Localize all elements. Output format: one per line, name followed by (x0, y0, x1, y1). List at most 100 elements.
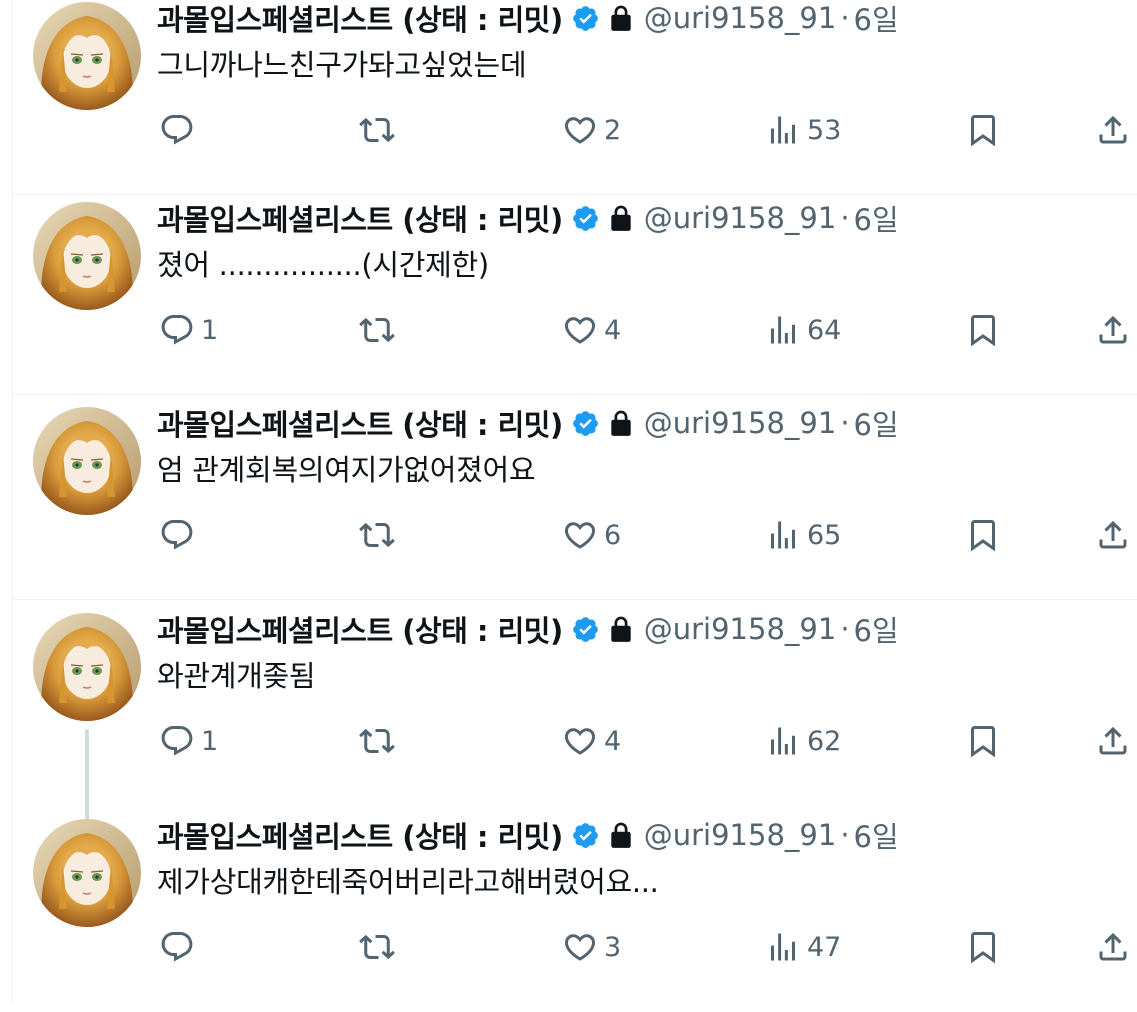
bar-chart-icon (765, 929, 801, 965)
share-button[interactable] (1095, 719, 1131, 763)
lock-icon (608, 409, 634, 437)
timestamp[interactable]: 6일 (854, 197, 899, 239)
heart-icon (562, 517, 598, 553)
separator-dot: · (840, 612, 850, 646)
view-count: 62 (807, 725, 842, 757)
bookmark-icon (965, 929, 1001, 965)
tweet-header: 과몰입스페셜리스트 (상태 : 리밋) @uri9158_91 · 6일 (157, 811, 899, 859)
like-button[interactable]: 2 (562, 108, 621, 152)
tweet-text: 그니까나느친구가돠고싶었는데 (157, 48, 527, 82)
tweet[interactable]: 과몰입스페셜리스트 (상태 : 리밋) @uri9158_91 · 6일 와관계… (13, 601, 1137, 821)
bookmark-button[interactable] (965, 719, 1001, 763)
views-button[interactable]: 65 (765, 513, 841, 557)
reply-button[interactable]: 1 (159, 719, 218, 763)
bookmark-button[interactable] (965, 925, 1001, 969)
heart-icon (562, 112, 598, 148)
avatar-image (33, 202, 141, 310)
heart-icon (562, 929, 598, 965)
retweet-arrows-icon (359, 517, 395, 553)
verified-badge-icon[interactable] (571, 821, 600, 850)
verified-badge-icon[interactable] (571, 204, 600, 233)
bar-chart-icon (765, 112, 801, 148)
retweet-arrows-icon (359, 312, 395, 348)
tweet[interactable]: 과몰입스페셜리스트 (상태 : 리밋) @uri9158_91 · 6일 엄 관… (13, 395, 1137, 600)
views-button[interactable]: 53 (765, 108, 841, 152)
speech-bubble-icon (159, 517, 195, 553)
separator-dot: · (840, 1, 850, 35)
avatar[interactable] (33, 819, 141, 927)
reply-button[interactable] (159, 513, 201, 557)
view-count: 65 (807, 519, 842, 551)
tweet[interactable]: 과몰입스페셜리스트 (상태 : 리밋) @uri9158_91 · 6일 그니까… (13, 0, 1137, 195)
timestamp[interactable]: 6일 (854, 608, 899, 650)
upload-share-icon (1095, 112, 1131, 148)
retweet-button[interactable] (359, 719, 395, 763)
like-count: 6 (604, 519, 622, 551)
retweet-button[interactable] (359, 308, 395, 352)
handle[interactable]: @uri9158_91 (644, 406, 837, 440)
verified-badge-icon[interactable] (571, 615, 600, 644)
avatar[interactable] (33, 202, 141, 310)
share-button[interactable] (1095, 108, 1131, 152)
speech-bubble-icon (159, 112, 195, 148)
bookmark-icon (965, 723, 1001, 759)
reply-button[interactable] (159, 925, 201, 969)
retweet-arrows-icon (359, 929, 395, 965)
tweet[interactable]: 과몰입스페셜리스트 (상태 : 리밋) @uri9158_91 · 6일 제가상… (13, 807, 1137, 1012)
verified-badge-icon[interactable] (571, 4, 600, 33)
upload-share-icon (1095, 723, 1131, 759)
handle[interactable]: @uri9158_91 (644, 818, 837, 852)
avatar[interactable] (33, 2, 141, 110)
retweet-button[interactable] (359, 513, 395, 557)
lock-icon (608, 615, 634, 643)
speech-bubble-icon (159, 929, 195, 965)
bookmark-button[interactable] (965, 308, 1001, 352)
separator-dot: · (840, 406, 850, 440)
tweet-header: 과몰입스페셜리스트 (상태 : 리밋) @uri9158_91 · 6일 (157, 605, 899, 653)
views-button[interactable]: 47 (765, 925, 841, 969)
tweet[interactable]: 과몰입스페셜리스트 (상태 : 리밋) @uri9158_91 · 6일 졌어 … (13, 190, 1137, 395)
verified-badge-icon[interactable] (571, 409, 600, 438)
display-name[interactable]: 과몰입스페셜리스트 (상태 : 리밋) (157, 402, 563, 444)
timestamp[interactable]: 6일 (854, 0, 899, 39)
share-button[interactable] (1095, 308, 1131, 352)
share-button[interactable] (1095, 513, 1131, 557)
reply-button[interactable] (159, 108, 201, 152)
display-name[interactable]: 과몰입스페셜리스트 (상태 : 리밋) (157, 0, 563, 39)
lock-icon (608, 204, 634, 232)
bookmark-button[interactable] (965, 513, 1001, 557)
display-name[interactable]: 과몰입스페셜리스트 (상태 : 리밋) (157, 197, 563, 239)
reply-button[interactable]: 1 (159, 308, 218, 352)
display-name[interactable]: 과몰입스페셜리스트 (상태 : 리밋) (157, 814, 563, 856)
share-button[interactable] (1095, 925, 1131, 969)
display-name[interactable]: 과몰입스페셜리스트 (상태 : 리밋) (157, 608, 563, 650)
bookmark-button[interactable] (965, 108, 1001, 152)
tweet-text: 제가상대캐한테죽어버리라고해버렸어요... (157, 865, 659, 899)
retweet-button[interactable] (359, 925, 395, 969)
view-count: 64 (807, 314, 842, 346)
avatar-image (33, 2, 141, 110)
like-button[interactable]: 3 (562, 925, 621, 969)
like-button[interactable]: 4 (562, 308, 621, 352)
avatar[interactable] (33, 613, 141, 721)
upload-share-icon (1095, 517, 1131, 553)
tweet-header: 과몰입스페셜리스트 (상태 : 리밋) @uri9158_91 · 6일 (157, 194, 899, 242)
tweet-header: 과몰입스페셜리스트 (상태 : 리밋) @uri9158_91 · 6일 (157, 399, 899, 447)
views-button[interactable]: 62 (765, 719, 841, 763)
handle[interactable]: @uri9158_91 (644, 201, 837, 235)
like-button[interactable]: 4 (562, 719, 621, 763)
avatar[interactable] (33, 407, 141, 515)
retweet-button[interactable] (359, 108, 395, 152)
views-button[interactable]: 64 (765, 308, 841, 352)
timestamp[interactable]: 6일 (854, 814, 899, 856)
tweet-header: 과몰입스페셜리스트 (상태 : 리밋) @uri9158_91 · 6일 (157, 0, 899, 42)
heart-icon (562, 312, 598, 348)
avatar-image (33, 819, 141, 927)
separator-dot: · (840, 201, 850, 235)
handle[interactable]: @uri9158_91 (644, 612, 837, 646)
handle[interactable]: @uri9158_91 (644, 1, 837, 35)
timestamp[interactable]: 6일 (854, 402, 899, 444)
view-count: 47 (807, 931, 842, 963)
retweet-arrows-icon (359, 112, 395, 148)
like-button[interactable]: 6 (562, 513, 621, 557)
